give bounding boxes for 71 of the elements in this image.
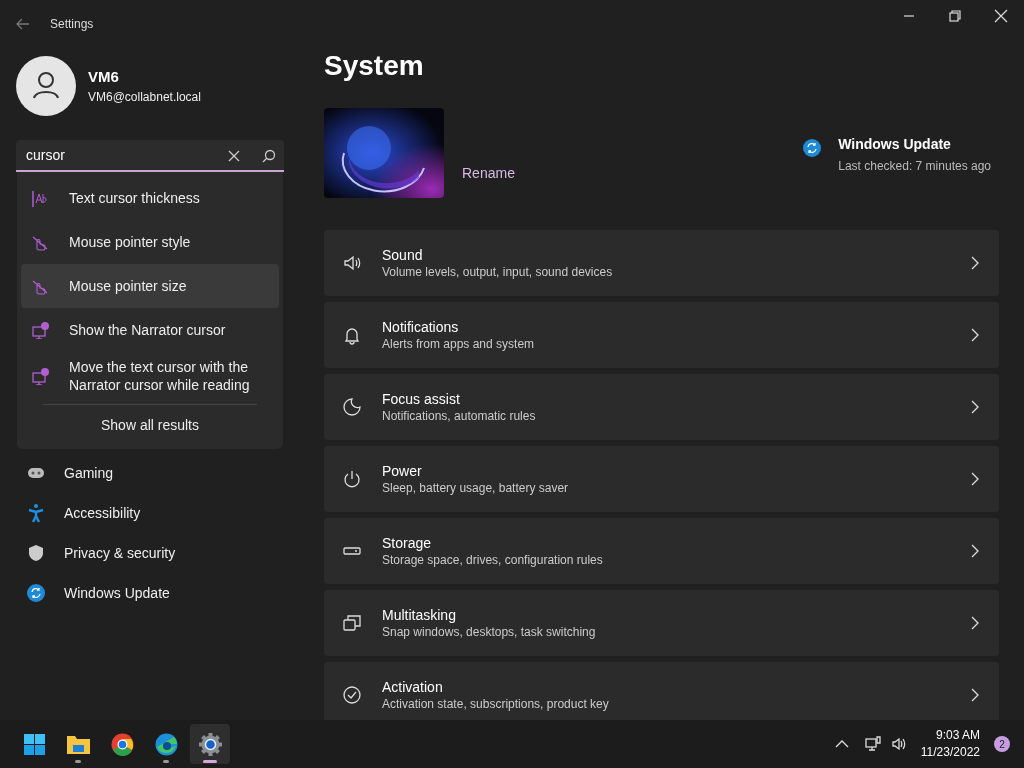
chevron-right-icon: [971, 328, 979, 342]
text-cursor-icon: [31, 189, 49, 207]
windows-logo-icon: [21, 731, 47, 757]
windows-icon: [342, 613, 362, 633]
chevron-right-icon: [971, 544, 979, 558]
back-icon: [16, 18, 30, 30]
speaker-icon: [342, 253, 362, 273]
account-email: VM6@collabnet.local: [88, 89, 201, 107]
card-title: Notifications: [382, 318, 460, 336]
card-subtitle: Sleep, battery usage, battery saver: [382, 480, 569, 496]
avatar-icon: [16, 56, 76, 116]
shield-icon: [26, 543, 46, 563]
page-title: System: [324, 49, 425, 83]
chevron-right-icon: [971, 256, 979, 270]
notification-badge[interactable]: 2: [994, 736, 1010, 752]
settings-card[interactable]: Focus assist Notifications, automatic rules: [324, 374, 999, 440]
settings-card[interactable]: Activation Activation state, subscriptions, product key: [324, 662, 999, 720]
network-icon: [864, 736, 881, 752]
clear-icon: [228, 150, 240, 162]
rename-link[interactable]: Rename: [462, 163, 515, 184]
card-title: Focus assist: [382, 390, 461, 408]
account-name: VM6: [88, 66, 120, 87]
show-all-results-link[interactable]: Show all results: [17, 405, 283, 445]
card-title: Multitasking: [382, 606, 457, 624]
card-subtitle: Storage space, drives, configuration rules: [382, 552, 603, 568]
card-subtitle: Alerts from apps and system: [382, 336, 535, 352]
chevron-up-icon: [834, 740, 849, 748]
clock-time: 9:03 AM: [935, 727, 980, 744]
chrome-icon: [109, 731, 135, 757]
chevron-right-icon: [971, 616, 979, 630]
power-icon: [342, 469, 362, 489]
sidebar-item[interactable]: Windows Update: [4, 573, 296, 613]
card-title: Power: [382, 462, 423, 480]
chevron-right-icon: [971, 400, 979, 414]
settings-card[interactable]: Sound Volume levels, output, input, sound devices: [324, 230, 999, 296]
card-subtitle: Activation state, subscriptions, product key: [382, 696, 609, 712]
bell-icon: [342, 325, 362, 345]
card-title: Sound: [382, 246, 424, 264]
clock-date: 11/23/2022: [920, 744, 980, 761]
settings-card[interactable]: Power Sleep, battery usage, battery saver: [324, 446, 999, 512]
update-status: Last checked: 7 minutes ago: [838, 158, 991, 175]
search-icon: [262, 149, 276, 163]
speaker-icon: [890, 736, 907, 752]
window-title: Settings: [50, 16, 94, 33]
card-subtitle: Notifications, automatic rules: [382, 408, 536, 424]
settings-card[interactable]: Multitasking Snap windows, desktops, task switching: [324, 590, 999, 656]
update-title: Windows Update: [838, 135, 952, 154]
gear-icon: [197, 731, 223, 757]
checkmark-circle-icon: [342, 685, 362, 705]
card-subtitle: Volume levels, output, input, sound devices: [382, 264, 613, 280]
sync-icon: [802, 138, 823, 158]
sidebar-item[interactable]: Privacy & security: [4, 533, 296, 573]
search-result[interactable]: Mouse pointer size: [21, 264, 279, 308]
monitor-icon: [31, 321, 49, 339]
monitor-icon: [31, 367, 49, 385]
sidebar-item[interactable]: Accessibility: [4, 493, 296, 533]
chevron-right-icon: [971, 472, 979, 486]
settings-card[interactable]: Notifications Alerts from apps and system: [324, 302, 999, 368]
card-title: Activation: [382, 678, 444, 696]
moon-icon: [342, 397, 362, 417]
settings-card[interactable]: Storage Storage space, drives, configuration rules: [324, 518, 999, 584]
sidebar-item[interactable]: Gaming: [4, 453, 296, 493]
card-title: Storage: [382, 534, 433, 552]
person-icon: [26, 503, 46, 523]
chevron-right-icon: [971, 688, 979, 702]
sync-icon: [26, 583, 46, 603]
taskbar-app[interactable]: [190, 724, 230, 764]
minimize-icon: [904, 15, 914, 17]
browser-wave-icon: [153, 731, 179, 757]
card-subtitle: Snap windows, desktops, task switching: [382, 624, 596, 640]
search-field[interactable]: cursor: [16, 140, 284, 172]
